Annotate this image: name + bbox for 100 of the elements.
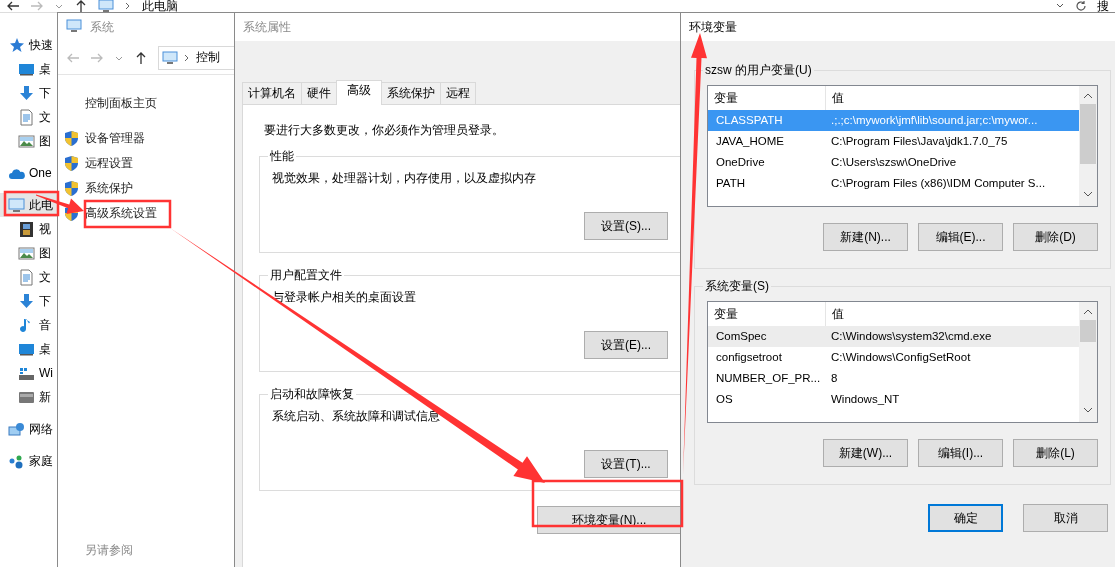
breadcrumb[interactable]: 此电脑 xyxy=(142,0,178,12)
dialog-button[interactable]: 新建(N)... xyxy=(823,223,908,251)
search-field[interactable]: 搜 xyxy=(1097,0,1109,12)
group-title: 系统变量(S) xyxy=(704,279,770,293)
forward-icon[interactable] xyxy=(90,51,104,64)
description-text: 视觉效果，处理器计划，内存使用，以及虚拟内存 xyxy=(272,170,537,186)
section-heading: 另请参阅 xyxy=(84,542,134,559)
sidebar-item[interactable]: 视 xyxy=(0,217,57,241)
shield-icon xyxy=(64,180,79,197)
network-icon xyxy=(8,420,25,438)
table-cell-text: .;.;c:\mywork\jmf\lib\sound.jar;c:\mywor... xyxy=(830,113,1039,128)
image-icon xyxy=(18,244,35,262)
monitor-icon xyxy=(8,196,25,214)
sidebar-link[interactable]: 系统保护 xyxy=(85,181,133,196)
sidebar-item[interactable]: 快速 xyxy=(0,33,57,57)
chevron-right-icon xyxy=(183,52,191,63)
forward-icon[interactable] xyxy=(30,0,44,12)
variable-list[interactable]: 变量 值 ComSpec C:\Windows\system32\cmd.exe configsetroot C:\Windows\ConfigSetRoot NUMBER_OF_PR... 8 OS Windows_NT xyxy=(707,301,1098,423)
table-cell-text: OneDrive xyxy=(715,155,766,170)
film-icon xyxy=(18,220,35,238)
sidebar-link[interactable]: 控制面板主页 xyxy=(85,96,157,111)
table-cell-text: configsetroot xyxy=(715,350,783,365)
tab[interactable]: 高级 xyxy=(336,80,382,105)
dialog-button[interactable]: 编辑(E)... xyxy=(918,223,1003,251)
group-title: 启动和故障恢复 xyxy=(269,387,355,402)
table-cell-text: 8 xyxy=(830,371,839,386)
tab[interactable]: 远程 xyxy=(440,82,476,104)
table-row[interactable]: PATH C:\Program Files (x86)\IDM Computer S... xyxy=(708,173,1079,194)
document-icon xyxy=(18,268,35,286)
table-row[interactable]: OneDrive C:\Users\szsw\OneDrive xyxy=(708,152,1079,173)
table-cell-text: CLASSPATH xyxy=(715,113,784,128)
sidebar-item[interactable]: 新 xyxy=(0,385,57,409)
variable-list[interactable]: 变量 值 CLASSPATH .;.;c:\mywork\jmf\lib\sound.jar;c:\mywor... JAVA_HOME C:\Program Files\Java\jdk1.7.0_75 OneDrive C:\Users\szsw\OneDrive PATH C:\Program Files (x86)\IDM Computer S... xyxy=(707,85,1098,207)
sidebar-item[interactable]: 文 xyxy=(0,105,57,129)
sidebar-link[interactable]: 远程设置 xyxy=(85,156,133,171)
table-row[interactable]: NUMBER_OF_PR... 8 xyxy=(708,368,1079,389)
up-arrow-icon[interactable] xyxy=(134,50,148,65)
settings-button[interactable]: 设置(S)... xyxy=(584,212,668,241)
refresh-icon[interactable] xyxy=(1075,0,1087,12)
sidebar-item[interactable]: 桌 xyxy=(0,57,57,81)
group-title: 用户配置文件 xyxy=(269,268,343,283)
table-row[interactable]: OS Windows_NT xyxy=(708,389,1079,410)
table-cell-text: PATH xyxy=(715,176,746,191)
table-cell-text: ComSpec xyxy=(715,329,768,344)
sidebar-item[interactable]: 图 xyxy=(0,129,57,153)
table-cell-text: C:\Program Files (x86)\IDM Computer S... xyxy=(830,176,1047,191)
up-arrow-icon[interactable] xyxy=(74,0,88,12)
down-arrow-icon xyxy=(18,84,35,102)
settings-button[interactable]: 设置(E)... xyxy=(584,331,668,360)
table-cell-text: C:\Windows\system32\cmd.exe xyxy=(830,329,993,344)
sidebar-item[interactable]: 图 xyxy=(0,241,57,265)
highlight-box xyxy=(3,190,60,217)
table-cell-text: C:\Program Files\Java\jdk1.7.0_75 xyxy=(830,134,1009,149)
sidebar-item[interactable]: 网络 xyxy=(0,417,57,441)
group-title: 性能 xyxy=(269,149,295,164)
dialog-button[interactable]: 编辑(I)... xyxy=(918,439,1003,467)
breadcrumb[interactable]: 控制 xyxy=(196,50,220,65)
star-icon xyxy=(8,36,25,54)
window-title: 环境变量 xyxy=(689,19,737,35)
sidebar-item[interactable]: 下 xyxy=(0,289,57,313)
table-row[interactable]: configsetroot C:\Windows\ConfigSetRoot xyxy=(708,347,1079,368)
table-cell-text: Windows_NT xyxy=(830,392,901,407)
group-title: szsw 的用户变量(U) xyxy=(704,63,813,77)
dialog-button[interactable]: 新建(W)... xyxy=(823,439,908,467)
monitor-icon xyxy=(66,19,84,35)
column-header[interactable]: 变量 xyxy=(708,302,825,326)
settings-button[interactable]: 设置(T)... xyxy=(584,450,668,479)
table-row[interactable]: ComSpec C:\Windows\system32\cmd.exe xyxy=(708,326,1079,347)
dialog-button[interactable]: 删除(L) xyxy=(1013,439,1098,467)
sidebar-item[interactable]: 桌 xyxy=(0,337,57,361)
monitor-icon xyxy=(98,0,114,12)
notice-text: 要进行大多数更改，你必须作为管理员登录。 xyxy=(263,123,505,139)
sidebar-item[interactable]: 音 xyxy=(0,313,57,337)
column-header[interactable]: 变量 xyxy=(708,86,825,110)
down-arrow-icon xyxy=(18,292,35,310)
sidebar-item[interactable]: 文 xyxy=(0,265,57,289)
shield-icon xyxy=(64,155,79,172)
window-title: 系统 xyxy=(90,19,114,35)
shield-icon xyxy=(64,130,79,147)
dialog-button[interactable]: 确定 xyxy=(928,504,1003,532)
sidebar-item[interactable]: Wi xyxy=(0,361,57,385)
dialog-button[interactable]: 删除(D) xyxy=(1013,223,1098,251)
window-title: 系统属性 xyxy=(243,19,291,35)
table-cell-text: C:\Users\szsw\OneDrive xyxy=(830,155,958,170)
table-cell-text: OS xyxy=(715,392,734,407)
document-icon xyxy=(18,108,35,126)
sidebar-item[interactable]: 下 xyxy=(0,81,57,105)
table-cell-text: NUMBER_OF_PR... xyxy=(715,371,822,386)
monitor-icon xyxy=(162,50,178,65)
table-row[interactable]: JAVA_HOME C:\Program Files\Java\jdk1.7.0_75 xyxy=(708,131,1079,152)
table-cell-text: C:\Windows\ConfigSetRoot xyxy=(830,350,972,365)
back-icon[interactable] xyxy=(6,0,20,12)
sidebar-link[interactable]: 高级系统设置 xyxy=(85,206,157,221)
table-cell-text: JAVA_HOME xyxy=(715,134,785,149)
dialog-button[interactable]: 取消 xyxy=(1023,504,1108,532)
sidebar-link[interactable]: 设备管理器 xyxy=(85,131,145,146)
image-icon xyxy=(18,132,35,150)
sidebar-item[interactable]: One xyxy=(0,161,57,185)
tab[interactable]: 计算机名 xyxy=(242,82,302,104)
sidebar-item[interactable]: 家庭 xyxy=(0,449,57,473)
